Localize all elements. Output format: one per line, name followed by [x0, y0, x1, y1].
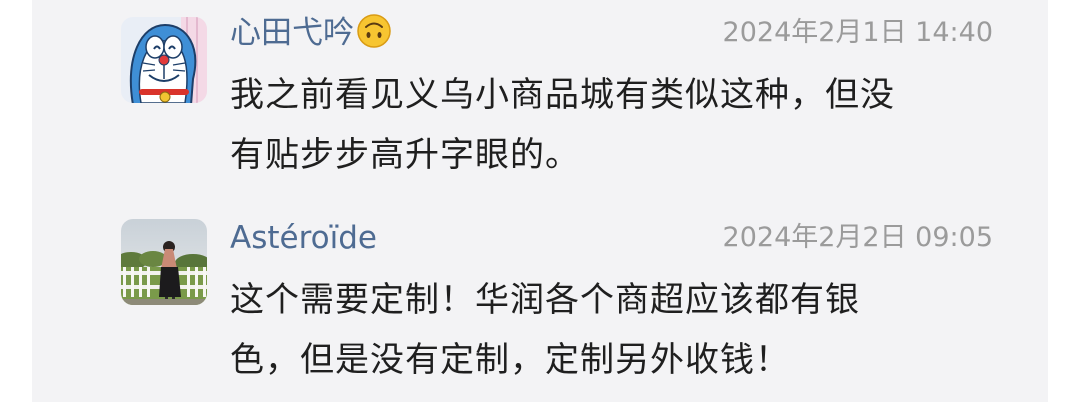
comment-text-line: 这个需要定制！华润各个商超应该都有银: [230, 280, 860, 320]
outdoor-photo-avatar-icon: [121, 219, 207, 305]
upside-down-face-icon: [356, 13, 392, 49]
username[interactable]: Astéroïde: [230, 218, 377, 258]
avatar[interactable]: [121, 17, 207, 103]
timestamp: 2024年2月2日 09:05: [722, 222, 993, 253]
comment-item: Astéroïde 2024年2月2日 09:05 这个需要定制！华润各个商超应…: [32, 200, 1048, 402]
timestamp: 2024年2月1日 14:40: [722, 17, 993, 48]
username[interactable]: 心田弋吟: [230, 13, 392, 53]
comment-text-line: 我之前看见义乌小商品城有类似这种，但没: [230, 75, 895, 115]
comment-text: 这个需要定制！华润各个商超应该都有银 色，但是没有定制，定制另外收钱！: [230, 270, 1020, 390]
comment-text-line: 有贴步步高升字眼的。: [230, 135, 580, 175]
username-text: 心田弋吟: [230, 15, 354, 51]
doraemon-avatar-icon: [121, 17, 207, 103]
avatar[interactable]: [121, 219, 207, 305]
comment-item: 心田弋吟 2024年2月1日 14:40 我之前看见义乌小商品城有类似这种，但没…: [32, 0, 1048, 200]
comment-text: 我之前看见义乌小商品城有类似这种，但没 有贴步步高升字眼的。: [230, 65, 1020, 185]
comment-text-line: 色，但是没有定制，定制另外收钱！: [230, 340, 790, 380]
comment-list: 心田弋吟 2024年2月1日 14:40 我之前看见义乌小商品城有类似这种，但没…: [32, 0, 1048, 402]
